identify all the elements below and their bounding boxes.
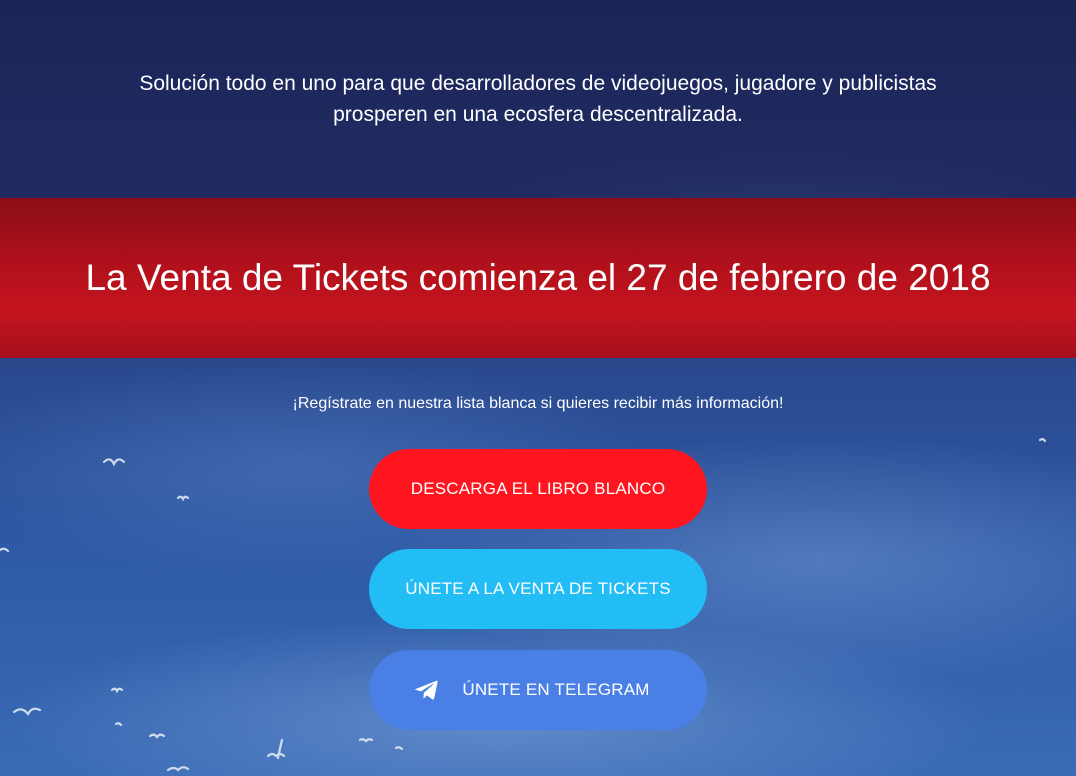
download-whitepaper-label: DESCARGA EL LIBRO BLANCO <box>410 479 666 498</box>
download-whitepaper-button[interactable]: DESCARGA EL LIBRO BLANCO <box>369 449 707 529</box>
tagline: Solución todo en uno para que desarrolla… <box>88 68 988 130</box>
whitelist-text: ¡Regístrate en nuestra lista blanca si q… <box>292 395 784 412</box>
join-token-sale-button[interactable]: ÚNETE A LA VENTA DE TICKETS <box>369 549 707 629</box>
landing-hero: Solución todo en uno para que desarrolla… <box>0 0 1076 776</box>
sale-headline: La Venta de Tickets comienza el 27 de fe… <box>85 257 991 298</box>
tagline-line-2: prosperen en una ecosfera descentralizad… <box>333 103 743 126</box>
telegram-icon <box>414 680 439 700</box>
tagline-line-1: Solución todo en uno para que desarrolla… <box>139 72 937 95</box>
join-telegram-label: ÚNETE EN TELEGRAM <box>462 680 650 699</box>
join-token-sale-label: ÚNETE A LA VENTA DE TICKETS <box>405 579 671 598</box>
join-telegram-button[interactable]: ÚNETE EN TELEGRAM <box>369 650 707 730</box>
